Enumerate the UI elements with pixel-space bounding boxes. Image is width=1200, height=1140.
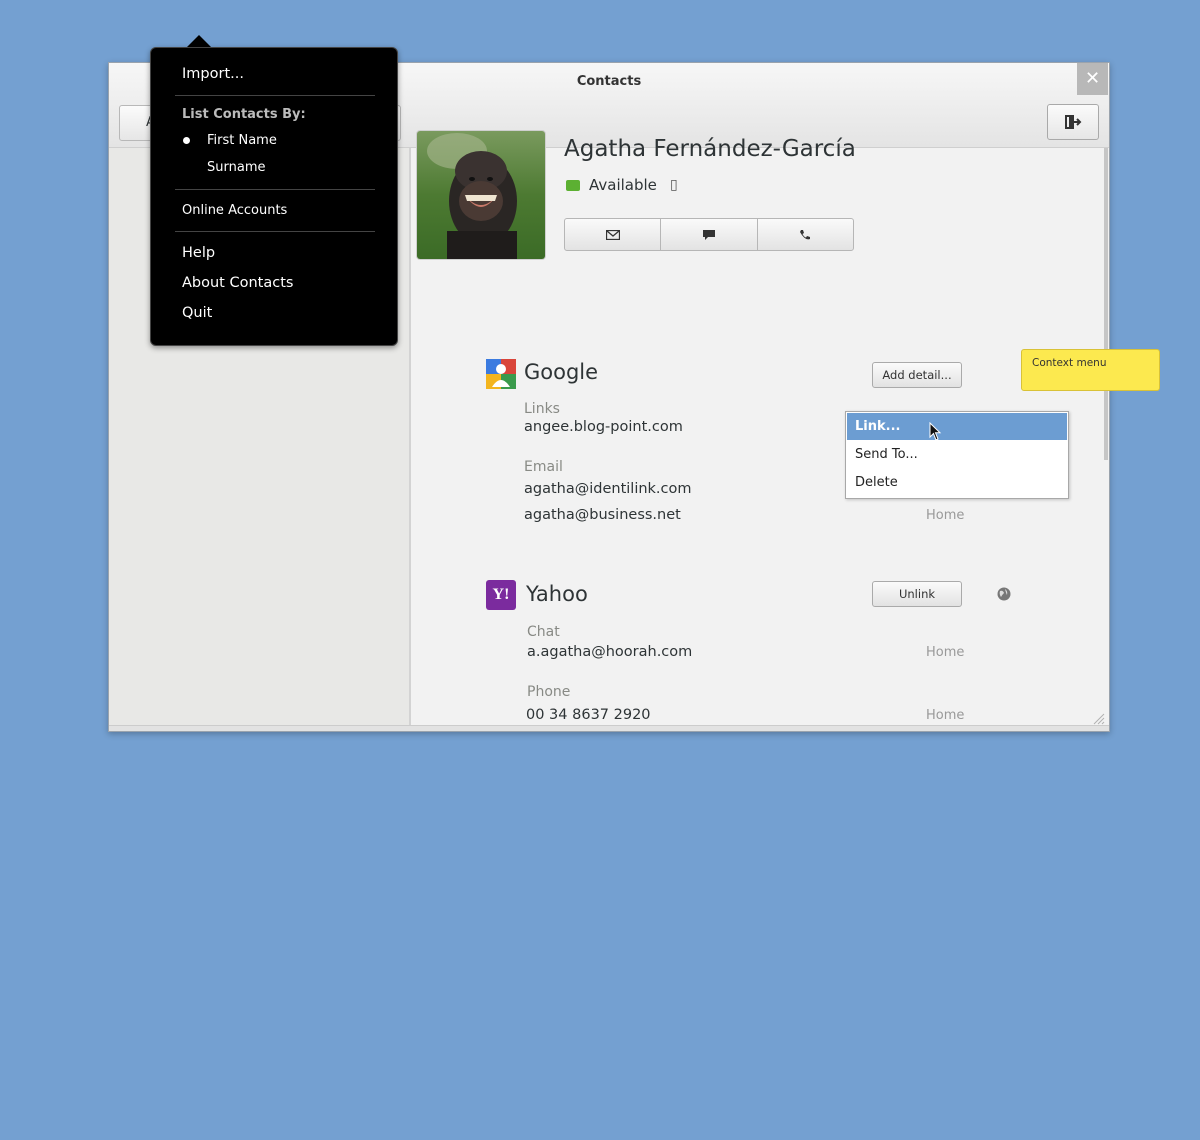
- call-button[interactable]: [758, 219, 853, 250]
- annotation-note: Context menu: [1021, 349, 1160, 391]
- google-service-name: Google: [524, 360, 599, 384]
- presence-available-icon: [566, 180, 580, 191]
- add-detail-button[interactable]: Add detail...: [872, 362, 962, 388]
- radio-selected-icon: [183, 137, 190, 144]
- chat-value[interactable]: a.agatha@hoorah.com: [527, 644, 692, 660]
- links-label: Links: [524, 401, 560, 417]
- mouse-cursor-icon: [929, 422, 942, 441]
- menu-separator: [175, 95, 375, 96]
- window-bottom-edge: [109, 725, 1109, 731]
- menu-quit[interactable]: Quit: [182, 305, 212, 321]
- menu-online-accounts[interactable]: Online Accounts: [182, 203, 287, 218]
- mobile-phone-icon: ▯: [670, 177, 678, 193]
- link-value[interactable]: angee.blog-point.com: [524, 419, 683, 435]
- chat-type: Home: [926, 645, 965, 660]
- phone-value[interactable]: 00 34 8637 2920: [526, 707, 651, 723]
- contact-avatar[interactable]: [416, 130, 546, 260]
- contact-name: Agatha Fernández-García: [564, 136, 856, 162]
- chat-label: Chat: [527, 624, 560, 640]
- menu-separator: [175, 231, 375, 232]
- resize-grip-icon[interactable]: [1091, 711, 1105, 725]
- presence-status: Available: [589, 176, 657, 194]
- email-type: Home: [926, 508, 965, 523]
- yahoo-service-name: Yahoo: [526, 582, 588, 606]
- annotation-note-text: Context menu: [1032, 357, 1107, 369]
- menu-list-by-header: List Contacts By:: [182, 107, 306, 122]
- email-value-2[interactable]: agatha@business.net: [524, 507, 681, 523]
- contact-actions: [564, 218, 854, 251]
- menu-first-name[interactable]: First Name: [207, 133, 277, 148]
- globe-icon: [997, 587, 1011, 601]
- menu-surname[interactable]: Surname: [207, 160, 265, 175]
- menu-import[interactable]: Import...: [182, 66, 244, 82]
- app-menu: Import... List Contacts By: First Name S…: [150, 47, 398, 346]
- email-value-1[interactable]: agatha@identilink.com: [524, 481, 692, 497]
- avatar-photo-icon: [417, 131, 545, 259]
- context-menu-send-to[interactable]: Send To...: [847, 441, 1067, 468]
- unlink-button[interactable]: Unlink: [872, 581, 962, 607]
- phone-type: Home: [926, 708, 965, 723]
- send-message-button[interactable]: [661, 219, 758, 250]
- yahoo-icon: Y!: [486, 580, 516, 610]
- google-icon: [486, 359, 516, 389]
- phone-icon: [800, 229, 811, 239]
- chat-bubble-icon: [702, 229, 715, 240]
- context-menu-delete[interactable]: Delete: [847, 469, 1067, 496]
- menu-help[interactable]: Help: [182, 245, 215, 261]
- envelope-icon: [605, 229, 620, 240]
- context-menu-link[interactable]: Link...: [847, 413, 1067, 440]
- close-button[interactable]: ✕: [1077, 63, 1108, 95]
- email-label: Email: [524, 459, 563, 475]
- context-menu: Link... Send To... Delete: [845, 411, 1069, 499]
- send-email-button[interactable]: [565, 219, 662, 250]
- menu-separator: [175, 189, 375, 190]
- scrollbar[interactable]: [1104, 148, 1108, 460]
- linked-accounts-button[interactable]: [1047, 104, 1099, 140]
- menu-about[interactable]: About Contacts: [182, 275, 293, 291]
- exit-icon: [1065, 115, 1082, 129]
- phone-label: Phone: [527, 684, 571, 700]
